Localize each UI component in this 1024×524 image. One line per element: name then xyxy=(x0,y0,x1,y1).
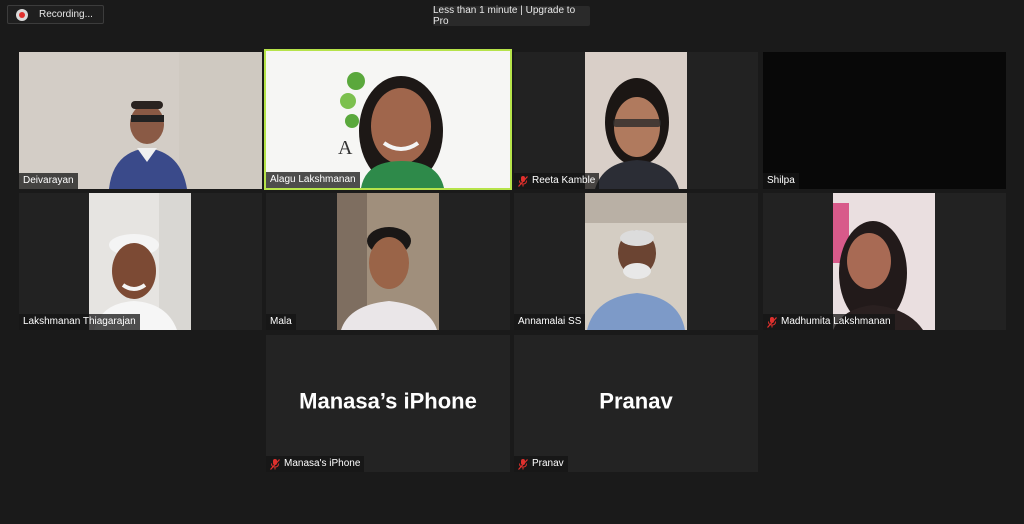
participant-video xyxy=(585,193,687,330)
participant-tile[interactable]: Madhumita Lakshmanan xyxy=(763,193,1006,330)
participant-name-tag: Mala xyxy=(266,314,296,330)
person-image xyxy=(833,193,935,330)
participant-tile[interactable]: Shilpa xyxy=(763,52,1006,189)
record-dot-icon xyxy=(16,8,28,21)
recording-label: Recording... xyxy=(39,9,93,20)
person-image xyxy=(337,193,439,330)
mic-off-icon xyxy=(518,175,528,187)
participant-tile[interactable]: Reeta Kamble xyxy=(514,52,758,189)
person-image xyxy=(585,193,687,330)
participant-name: Pranav xyxy=(532,458,564,469)
participant-tile[interactable]: Mala xyxy=(266,193,510,330)
participant-name: Mala xyxy=(270,316,292,327)
person-image xyxy=(585,52,687,189)
participant-display-name: Pranav xyxy=(599,387,673,413)
mic-off-icon xyxy=(270,458,280,470)
participant-video xyxy=(585,52,687,189)
participant-name: Reeta Kamble xyxy=(532,175,596,186)
participant-tile[interactable]: Annamalai SS xyxy=(514,193,758,330)
participant-name-tag: Deivarayan xyxy=(19,173,78,189)
person-image xyxy=(89,193,191,330)
participant-tile[interactable]: Pranav Pranav xyxy=(514,335,758,472)
participant-name: Manasa's iPhone xyxy=(284,458,361,469)
participant-tile-active-speaker[interactable]: A Alagu Lakshmanan xyxy=(264,49,512,190)
participant-tile[interactable]: Deivarayan xyxy=(19,52,262,189)
participant-video xyxy=(89,193,191,330)
participant-tile[interactable]: Manasa’s iPhone Manasa's iPhone xyxy=(266,335,510,472)
participant-video xyxy=(19,52,262,189)
recording-indicator[interactable]: Recording... xyxy=(7,5,104,24)
participant-name-tag: Annamalai SS xyxy=(514,314,586,330)
participant-video: A xyxy=(266,51,510,188)
participant-name: Shilpa xyxy=(767,175,795,186)
participant-name-tag: Shilpa xyxy=(763,173,799,189)
participant-video-off xyxy=(763,52,1006,189)
mic-off-icon xyxy=(767,316,777,328)
person-image: A xyxy=(266,51,510,188)
participant-name-tag: Alagu Lakshmanan xyxy=(266,172,360,188)
participant-tile[interactable]: Lakshmanan Thiagarajan xyxy=(19,193,262,330)
participant-video xyxy=(833,193,935,330)
participant-name: Deivarayan xyxy=(23,175,74,186)
participant-name-tag: Madhumita Lakshmanan xyxy=(763,314,895,330)
participant-video xyxy=(337,193,439,330)
participant-name-tag: Reeta Kamble xyxy=(514,173,600,189)
person-image xyxy=(19,52,262,189)
participant-name-tag: Lakshmanan Thiagarajan xyxy=(19,314,140,330)
mic-off-icon xyxy=(518,458,528,470)
participant-name: Lakshmanan Thiagarajan xyxy=(23,316,136,327)
time-remaining-banner[interactable]: Less than 1 minute | Upgrade to Pro xyxy=(433,5,590,27)
participant-name: Madhumita Lakshmanan xyxy=(781,316,891,327)
participant-name: Annamalai SS xyxy=(518,316,582,327)
participant-name-tag: Manasa's iPhone xyxy=(266,456,365,472)
svg-text:A: A xyxy=(338,137,353,159)
participant-name: Alagu Lakshmanan xyxy=(270,174,356,185)
participant-display-name: Manasa’s iPhone xyxy=(299,387,477,413)
participant-name-tag: Pranav xyxy=(514,456,568,472)
